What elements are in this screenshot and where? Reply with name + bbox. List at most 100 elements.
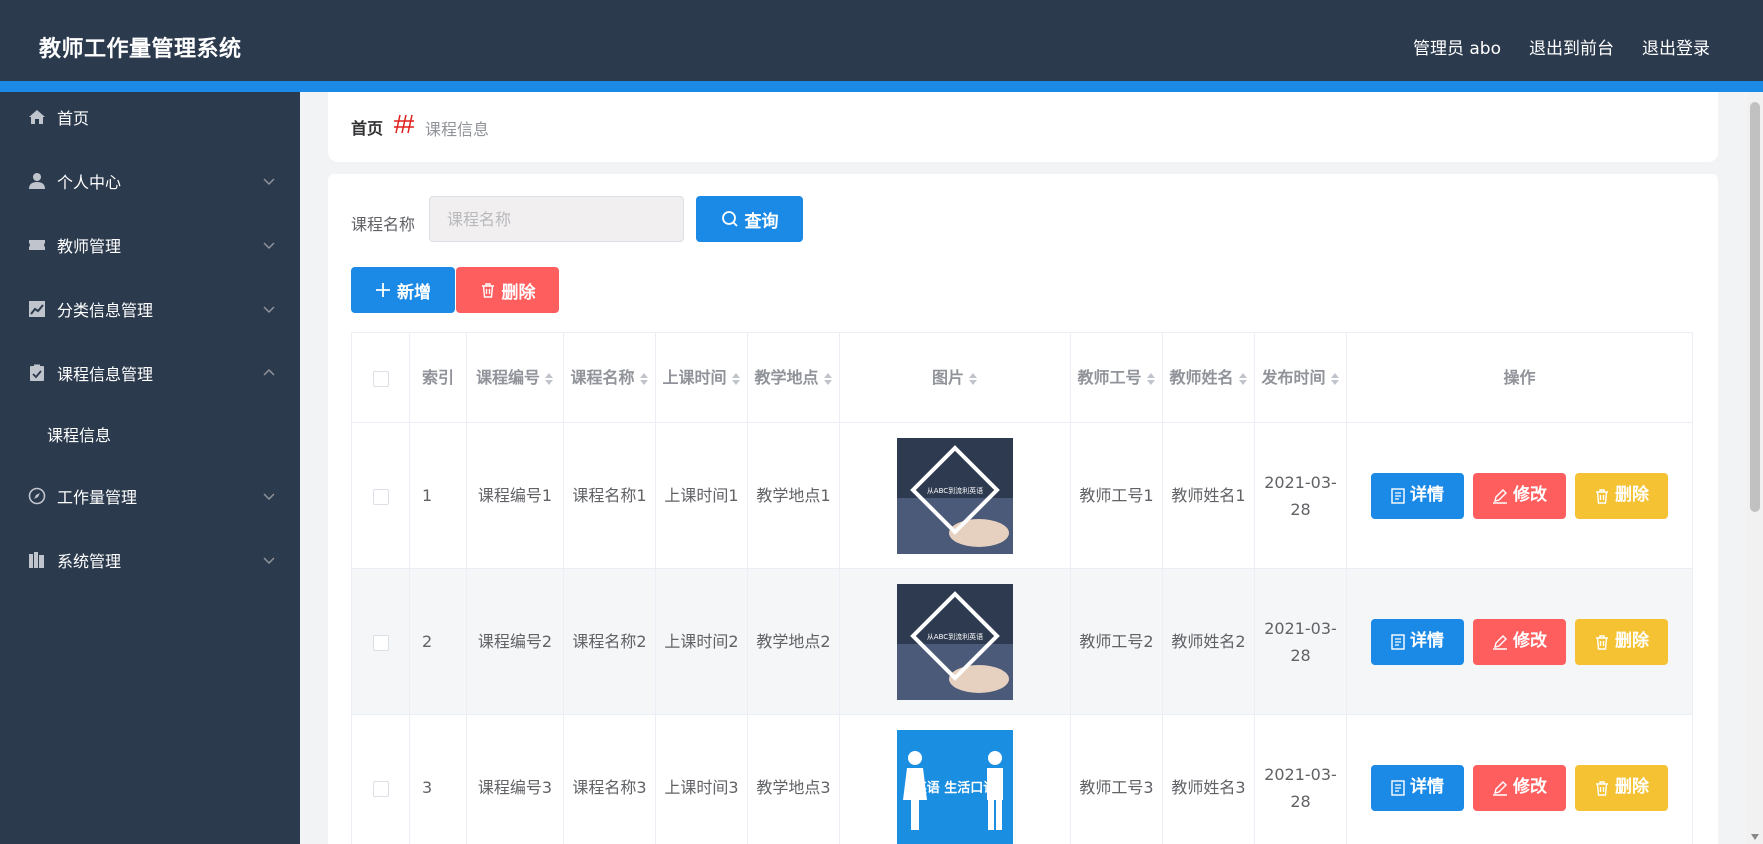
cell-actions: 详情 修改 删除 (1346, 422, 1693, 569)
cell-class-time: 上课时间3 (655, 714, 748, 844)
delete-button-label: 删除 (1615, 631, 1649, 651)
sidebar-item-label: 课程信息管理 (57, 365, 154, 384)
thumbnail-caption: 从ABC到流利英语 (927, 632, 983, 641)
edit-button[interactable]: 修改 (1473, 618, 1566, 665)
cell-teacher-no: 教师工号1 (1070, 422, 1163, 569)
cell-teacher-name: 教师姓名2 (1162, 568, 1255, 715)
edit-button[interactable]: 修改 (1473, 764, 1566, 811)
column-header-label: 教师姓名 (1169, 368, 1234, 387)
thumbnail-caption: 从ABC到流利英语 (927, 486, 983, 495)
column-header-sortable[interactable]: 教师姓名 (1162, 332, 1255, 423)
sort-icon (1238, 372, 1247, 385)
cell-actions: 详情 修改 删除 (1346, 714, 1693, 844)
sidebar-item-system-management[interactable]: 系统管理 (0, 535, 300, 585)
sidebar-item-category-management[interactable]: 分类信息管理 (0, 284, 300, 334)
cell-teacher-name: 教师姓名1 (1162, 422, 1255, 569)
separator-icon (394, 114, 414, 134)
sidebar-item-label: 分类信息管理 (57, 301, 154, 320)
breadcrumb-current: 课程信息 (425, 120, 490, 139)
course-name-search-input[interactable] (429, 196, 684, 242)
page-scrollbar[interactable] (1747, 92, 1763, 844)
select-all-checkbox[interactable] (372, 370, 389, 387)
column-header-sortable[interactable]: 教学地点 (747, 332, 840, 423)
add-button-label: 新增 (397, 282, 431, 303)
cell-class-time: 上课时间1 (655, 422, 748, 569)
cell-class-time: 上课时间2 (655, 568, 748, 715)
sidebar-item-label: 系统管理 (57, 552, 122, 571)
sidebar-item-label: 课程信息 (47, 426, 112, 445)
sidebar-item-teacher-management[interactable]: 教师管理 (0, 220, 300, 270)
sidebar-item-personal-center[interactable]: 个人中心 (0, 156, 300, 206)
detail-button[interactable]: 详情 (1371, 618, 1464, 665)
course-thumbnail-image[interactable]: 英语 生活口语 (897, 729, 1013, 844)
sort-icon (1146, 372, 1155, 385)
table-header-row: 索引 课程编号 课程名称 上课时间 教学地点 图片 教师工号 教师姓名 发布时间… (351, 332, 1693, 423)
column-header-sortable[interactable]: 教师工号 (1070, 332, 1163, 423)
cell-teacher-name: 教师姓名3 (1162, 714, 1255, 844)
sidebar-item-label: 工作量管理 (57, 488, 138, 507)
cell-published: 2021-03-28 (1254, 422, 1347, 569)
add-button[interactable]: 新增 (351, 267, 455, 313)
delete-button[interactable]: 删除 (1575, 764, 1668, 811)
delete-button[interactable]: 删除 (1575, 472, 1668, 519)
app-title: 教师工作量管理系统 (39, 37, 242, 62)
table-row: 2 课程编号2 课程名称2 上课时间2 教学地点2 从ABC到流利英语 教师工号… (351, 568, 1693, 715)
cell-published: 2021-03-28 (1254, 714, 1347, 844)
document-icon (1391, 779, 1405, 796)
row-checkbox[interactable] (372, 780, 389, 797)
sort-icon (1330, 372, 1339, 385)
sidebar-subitem-course-info[interactable]: 课程信息 (0, 409, 300, 459)
thumbnail-caption: 英语 生活口语 (913, 780, 997, 796)
sidebar-item-course-management[interactable]: 课程信息管理 (0, 348, 300, 398)
cell-teaching-place: 教学地点3 (747, 714, 840, 844)
sidebar-item-label: 教师管理 (57, 237, 122, 256)
course-thumbnail-image[interactable]: 从ABC到流利英语 (897, 583, 1013, 700)
admin-user-link[interactable]: 管理员 abo (1413, 34, 1501, 59)
course-thumbnail-image[interactable]: 从ABC到流利英语 (897, 437, 1013, 554)
table-row: 3 课程编号3 课程名称3 上课时间3 教学地点3 英语 生活口语 教师工号3 … (351, 714, 1693, 844)
row-checkbox[interactable] (372, 634, 389, 651)
cell-teaching-place: 教学地点2 (747, 568, 840, 715)
row-checkbox[interactable] (372, 488, 389, 505)
top-nav: 管理员 abo 退出到前台 退出登录 (1413, 34, 1710, 59)
logout-link[interactable]: 退出登录 (1642, 34, 1710, 59)
search-label: 课程名称 (351, 215, 416, 234)
chevron-down-icon (263, 242, 275, 250)
column-header-sortable[interactable]: 图片 (839, 332, 1071, 423)
batch-delete-button[interactable]: 删除 (456, 267, 559, 313)
cell-image: 从ABC到流利英语 (839, 422, 1071, 569)
scroll-down-arrow-icon[interactable] (1751, 834, 1759, 840)
column-header-sortable[interactable]: 课程编号 (466, 332, 564, 423)
sidebar-item-workload-management[interactable]: 工作量管理 (0, 471, 300, 521)
column-header-sortable[interactable]: 上课时间 (655, 332, 748, 423)
column-header-sortable[interactable]: 课程名称 (563, 332, 656, 423)
cell-image: 英语 生活口语 (839, 714, 1071, 844)
batch-delete-button-label: 删除 (501, 282, 536, 303)
cell-course-no: 课程编号1 (466, 422, 564, 569)
delete-button[interactable]: 删除 (1575, 618, 1668, 665)
detail-button[interactable]: 详情 (1371, 472, 1464, 519)
exit-to-front-link[interactable]: 退出到前台 (1529, 34, 1614, 59)
cell-course-name: 课程名称2 (563, 568, 656, 715)
column-header-sortable[interactable]: 发布时间 (1254, 332, 1347, 423)
breadcrumb-home[interactable]: 首页 (351, 115, 383, 139)
column-header-label: 课程编号 (475, 368, 540, 387)
sidebar-item-home[interactable]: 首页 (0, 92, 300, 142)
edit-button[interactable]: 修改 (1473, 472, 1566, 519)
sort-icon (639, 372, 648, 385)
cell-image: 从ABC到流利英语 (839, 568, 1071, 715)
edit-button-label: 修改 (1513, 777, 1547, 797)
detail-button-label: 详情 (1410, 777, 1444, 797)
select-all-cell (351, 332, 410, 423)
ticket-icon (28, 236, 46, 254)
clipboard-icon (28, 364, 46, 382)
cell-course-no: 课程编号3 (466, 714, 564, 844)
trash-icon (481, 283, 494, 298)
chevron-down-icon (263, 557, 275, 565)
column-header: 操作 (1346, 332, 1693, 423)
query-button[interactable]: 查询 (696, 196, 803, 242)
scrollbar-thumb[interactable] (1750, 102, 1760, 512)
detail-button[interactable]: 详情 (1371, 764, 1464, 811)
column-header: 索引 (409, 332, 467, 423)
sidebar-item-label: 个人中心 (57, 173, 122, 192)
